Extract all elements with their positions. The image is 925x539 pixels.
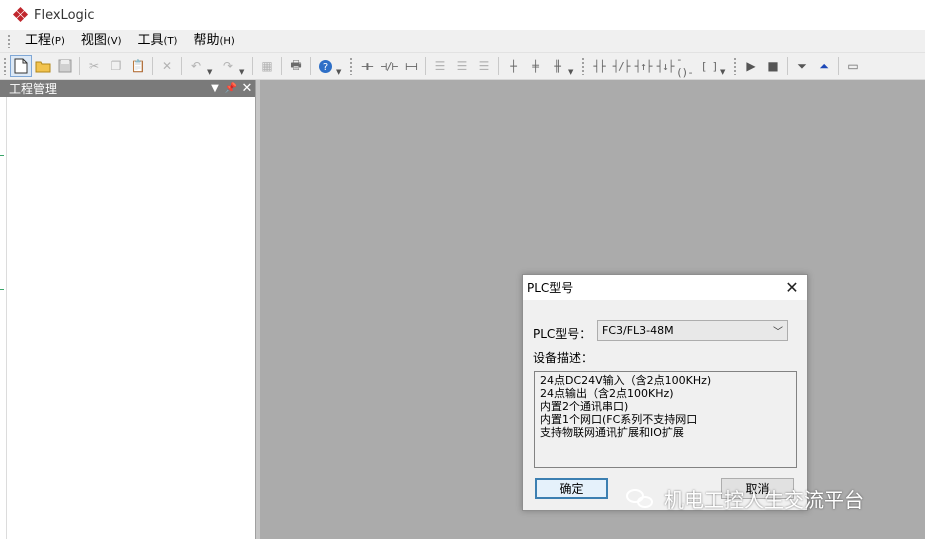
- hline-icon[interactable]: ┼: [502, 55, 524, 77]
- save-icon[interactable]: [54, 55, 76, 77]
- insert-coil-icon[interactable]: ⊣/⊢: [378, 55, 400, 77]
- insert-branch-icon[interactable]: ⊢⊣: [400, 55, 422, 77]
- align-right-icon[interactable]: ☰: [451, 55, 473, 77]
- panel-dropdown-icon[interactable]: ▼: [207, 83, 223, 94]
- panel-title: 工程管理: [9, 82, 58, 96]
- menu-help[interactable]: 帮助(H): [185, 29, 242, 53]
- chevron-down-icon: ﹀: [773, 327, 783, 338]
- device-description-label: 设备描述：: [533, 351, 594, 365]
- upload-icon[interactable]: ⏶: [813, 55, 835, 77]
- dialog-titlebar: PLC型号 ✕: [523, 275, 807, 300]
- menu-tools[interactable]: 工具(T): [130, 29, 186, 53]
- toolbar-grip-4[interactable]: [733, 57, 737, 75]
- app-titlebar: FlexLogic: [0, 0, 925, 30]
- paste-icon[interactable]: 📋: [127, 55, 149, 77]
- main-toolbar: ✂ ❐ 📋 ✕ ↶ ▼ ↷ ▼ ▦ 🖶 ? ▼ ⊣⊢ ⊣/⊢ ⊢⊣ ☰ ☰ ☰ …: [0, 53, 925, 80]
- no-contact-icon[interactable]: ┤├: [588, 55, 610, 77]
- plc-model-dialog: PLC型号 ✕ PLC型号： FC3/FL3-48M ﹀ 设备描述： 24点DC…: [522, 274, 808, 511]
- new-file-icon[interactable]: [10, 55, 32, 77]
- app-logo-icon: [12, 6, 29, 23]
- plc-model-value: FC3/FL3-48M: [602, 324, 674, 337]
- description-line: 支持物联网通讯扩展和IO扩展: [540, 426, 684, 439]
- plc-model-label: PLC型号：: [533, 327, 592, 341]
- align-justify-icon[interactable]: ☰: [473, 55, 495, 77]
- nc-contact-icon[interactable]: ┤/├: [610, 55, 632, 77]
- toolbar-overflow-icon-2[interactable]: ▼: [568, 68, 576, 76]
- description-line: 24点输出（含2点100KHz): [540, 387, 674, 400]
- description-line: 内置2个通讯串口): [540, 400, 629, 413]
- redo-icon[interactable]: ↷: [217, 55, 239, 77]
- menu-bar: 工程(P) 视图(V) 工具(T) 帮助(H): [0, 30, 925, 53]
- copy-icon[interactable]: ❐: [105, 55, 127, 77]
- undo-dropdown-icon[interactable]: ▼: [207, 68, 215, 76]
- function-block-icon[interactable]: [ ]: [698, 55, 720, 77]
- toolbar-overflow-icon[interactable]: ▼: [336, 68, 344, 76]
- rising-contact-icon[interactable]: ┤↑├: [632, 55, 654, 77]
- svg-text:?: ?: [322, 62, 327, 73]
- insert-contact-icon[interactable]: ⊣⊢: [356, 55, 378, 77]
- panel-close-icon[interactable]: ✕: [239, 81, 255, 96]
- panel-header: 工程管理 ▼ 📌 ✕: [0, 80, 255, 97]
- help-icon[interactable]: ?: [314, 55, 336, 77]
- delete-line-icon[interactable]: ╫: [546, 55, 568, 77]
- falling-contact-icon[interactable]: ┤↓├: [654, 55, 676, 77]
- menubar-grip[interactable]: [7, 34, 11, 48]
- app-title: FlexLogic: [34, 7, 95, 23]
- watermark: 机电工控人生交流平台: [626, 484, 864, 513]
- align-left-icon[interactable]: ☰: [429, 55, 451, 77]
- open-folder-icon[interactable]: [32, 55, 54, 77]
- device-description-box: 24点DC24V输入（含2点100KHz) 24点输出（含2点100KHz) 内…: [534, 371, 797, 468]
- description-line: 内置1个网口(FC系列不支持网口: [540, 413, 698, 426]
- menu-view[interactable]: 视图(V): [73, 29, 130, 53]
- project-tree[interactable]: [6, 97, 255, 539]
- output-coil-icon[interactable]: -()-: [676, 53, 698, 79]
- redo-dropdown-icon[interactable]: ▼: [239, 68, 247, 76]
- run-icon[interactable]: ▶: [740, 55, 762, 77]
- panel-pin-icon[interactable]: 📌: [223, 83, 239, 94]
- download-icon[interactable]: ⏷: [791, 55, 813, 77]
- panel-splitter[interactable]: [256, 80, 260, 539]
- grid-icon[interactable]: ▦: [256, 55, 278, 77]
- vline-icon[interactable]: ╪: [524, 55, 546, 77]
- dialog-title: PLC型号: [527, 281, 574, 295]
- cut-icon[interactable]: ✂: [83, 55, 105, 77]
- description-line: 24点DC24V输入（含2点100KHz): [540, 374, 712, 387]
- dialog-close-icon[interactable]: ✕: [777, 275, 807, 300]
- undo-icon[interactable]: ↶: [185, 55, 207, 77]
- project-manager-panel: 工程管理 ▼ 📌 ✕: [0, 80, 256, 539]
- toolbar-grip[interactable]: [3, 57, 7, 75]
- stop-icon[interactable]: ■: [762, 55, 784, 77]
- delete-icon[interactable]: ✕: [156, 55, 178, 77]
- toolbar-grip-2[interactable]: [349, 57, 353, 75]
- toolbar-overflow-icon-3[interactable]: ▼: [720, 68, 728, 76]
- plc-model-select[interactable]: FC3/FL3-48M ﹀: [597, 320, 788, 341]
- menu-project[interactable]: 工程(P): [17, 29, 73, 53]
- watermark-text: 机电工控人生交流平台: [664, 488, 864, 512]
- monitor-icon[interactable]: ▭: [842, 55, 864, 77]
- print-icon[interactable]: 🖶: [285, 55, 307, 77]
- chat-bubbles-icon: [626, 487, 656, 511]
- toolbar-grip-3[interactable]: [581, 57, 585, 75]
- ok-button[interactable]: 确定: [535, 478, 608, 499]
